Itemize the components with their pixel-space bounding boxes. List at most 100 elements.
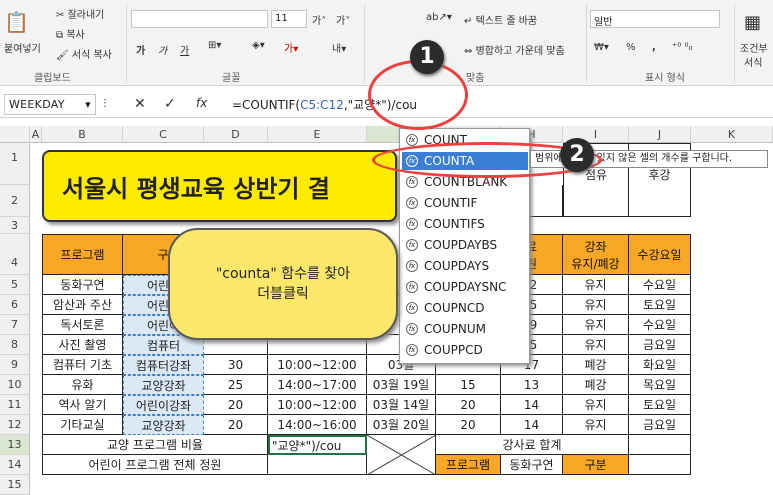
autocomplete-item-coupdaybs[interactable]: fx COUPDAYBS	[402, 236, 528, 254]
cell-i-row-8[interactable]: 유지	[563, 335, 629, 355]
cell-program-row-8[interactable]: 사진 촬영	[42, 335, 123, 355]
currency-icon[interactable]: ₩▾	[594, 42, 609, 53]
cell-type-row-9[interactable]: 컴퓨터강좌	[123, 355, 204, 375]
autocomplete-item-coupncd[interactable]: fx COUPNCD	[402, 299, 528, 317]
row-header-8[interactable]: 8	[0, 335, 30, 355]
row-header-15[interactable]: 15	[0, 475, 30, 495]
cell-d-row-12[interactable]: 20	[204, 415, 268, 435]
comma-button[interactable]: ,	[652, 42, 656, 53]
percent-button[interactable]: %	[626, 42, 636, 53]
cell-e-row-10[interactable]: 14:00~17:00	[268, 375, 367, 395]
cell-g-row-10[interactable]: 15	[436, 375, 501, 395]
font-name-combo[interactable]	[131, 10, 268, 28]
cell-j-row-12[interactable]: 금요일	[629, 415, 691, 435]
cell-j-row-11[interactable]: 토요일	[629, 395, 691, 415]
row-header-1[interactable]: 1	[0, 143, 30, 185]
paste-button[interactable]: 붙여넣기	[4, 40, 41, 55]
merge-center-button[interactable]: ⇔ 병합하고 가운데 맞춤	[464, 42, 565, 57]
cell-program-row-5[interactable]: 동화구연	[42, 275, 123, 295]
cell-d-row-10[interactable]: 25	[204, 375, 268, 395]
font-size-combo[interactable]: 11	[271, 10, 307, 28]
cell-i-row-9[interactable]: 폐강	[563, 355, 629, 375]
row-header-11[interactable]: 11	[0, 395, 30, 415]
cell-e-row-11[interactable]: 10:00~12:00	[268, 395, 367, 415]
col-header-d[interactable]: D	[204, 126, 268, 143]
cell-e14[interactable]	[268, 455, 367, 475]
fill-color-icon[interactable]: ◈▾	[252, 40, 265, 51]
col-header-k[interactable]: K	[691, 126, 773, 143]
italic-button[interactable]: 가	[158, 42, 167, 57]
cell-h-row-10[interactable]: 13	[501, 375, 563, 395]
phonetic-icon[interactable]: 내▾	[332, 40, 346, 55]
cell-g-row-12[interactable]: 20	[436, 415, 501, 435]
font-grow-icon[interactable]: 가˄	[312, 12, 326, 27]
row-header-7[interactable]: 7	[0, 315, 30, 335]
cell-h-row-11[interactable]: 14	[501, 395, 563, 415]
autocomplete-item-coupdays[interactable]: fx COUPDAYS	[402, 257, 528, 275]
conditional-format-button[interactable]: 조건부	[740, 40, 768, 55]
col-header-b[interactable]: B	[42, 126, 123, 143]
copy-button[interactable]: ⧉ 복사	[56, 26, 85, 41]
cell-program-row-6[interactable]: 암산과 주산	[42, 295, 123, 315]
cell-j-row-6[interactable]: 토요일	[629, 295, 691, 315]
cell-type-row-12[interactable]: 교양강좌	[123, 415, 204, 435]
autocomplete-item-countifs[interactable]: fx COUNTIFS	[402, 215, 528, 233]
conditional-format-button-2[interactable]: 서식	[744, 54, 762, 69]
decimal-icon[interactable]: ⁺⁰ ⁰₀	[672, 42, 692, 53]
cell-program-row-9[interactable]: 컴퓨터 기초	[42, 355, 123, 375]
cell-j-row-7[interactable]: 수요일	[629, 315, 691, 335]
cut-button[interactable]: ✂ 잘라내기	[56, 6, 104, 21]
cell-j-row-9[interactable]: 화요일	[629, 355, 691, 375]
row-header-10[interactable]: 10	[0, 375, 30, 395]
autocomplete-item-coupdaysnc[interactable]: fx COUPDAYSNC	[402, 278, 528, 296]
cell-j14[interactable]	[629, 455, 691, 475]
cell-e-row-12[interactable]: 14:00~16:00	[268, 415, 367, 435]
cell-g-row-11[interactable]: 20	[436, 395, 501, 415]
cell-b13[interactable]: 교양 프로그램 비율	[42, 435, 268, 455]
cell-program-row-7[interactable]: 독서토론	[42, 315, 123, 335]
col-header-c[interactable]: C	[123, 126, 204, 143]
cell-i-row-5[interactable]: 유지	[563, 275, 629, 295]
number-format-combo[interactable]: 일반	[590, 10, 720, 28]
col-header-j[interactable]: J	[629, 126, 691, 143]
format-painter-button[interactable]: 🖌 서식 복사	[56, 46, 112, 61]
row-header-14[interactable]: 14	[0, 455, 30, 475]
cell-type-row-11[interactable]: 어린이강좌	[123, 395, 204, 415]
header-status[interactable]: 강좌 유지/폐강	[563, 234, 629, 275]
cell-j-row-8[interactable]: 금요일	[629, 335, 691, 355]
row-header-13[interactable]: 13	[0, 435, 30, 455]
row-header-3[interactable]: 3	[0, 217, 30, 234]
enter-icon[interactable]: ✓	[164, 96, 176, 112]
cell-i-row-7[interactable]: 유지	[563, 315, 629, 335]
autocomplete-item-coupnum[interactable]: fx COUPNUM	[402, 320, 528, 338]
bold-button[interactable]: 가	[136, 42, 145, 57]
wrap-text-button[interactable]: ↵ 텍스트 줄 바꿈	[464, 12, 537, 27]
cell-program-row-12[interactable]: 기타교실	[42, 415, 123, 435]
border-icon[interactable]: ⊞▾	[208, 40, 221, 51]
underline-button[interactable]: 가	[180, 42, 189, 57]
cell-d-row-9[interactable]: 30	[204, 355, 268, 375]
cell-h14[interactable]: 동화구연	[501, 455, 563, 475]
cell-program-row-11[interactable]: 역사 알기	[42, 395, 123, 415]
cell-program-row-10[interactable]: 유화	[42, 375, 123, 395]
row-header-4[interactable]: 4	[0, 234, 30, 275]
name-box[interactable]: WEEKDAY ▾	[4, 94, 96, 115]
cell-f-row-10[interactable]: 03월 19일	[367, 375, 436, 395]
row-header-12[interactable]: 12	[0, 415, 30, 435]
cell-i-row-12[interactable]: 유지	[563, 415, 629, 435]
row-header-2[interactable]: 2	[0, 185, 30, 217]
cell-i-row-11[interactable]: 유지	[563, 395, 629, 415]
conditional-format-icon[interactable]: ▦	[744, 12, 761, 33]
cell-d-row-11[interactable]: 20	[204, 395, 268, 415]
cell-i-row-6[interactable]: 유지	[563, 295, 629, 315]
autocomplete-item-couppcd[interactable]: fx COUPPCD	[402, 341, 528, 359]
cell-g14[interactable]: 프로그램	[436, 455, 501, 475]
cell-h-row-12[interactable]: 14	[501, 415, 563, 435]
cell-g13[interactable]: 강사료 합계	[436, 435, 629, 455]
cell-j-row-5[interactable]: 수요일	[629, 275, 691, 295]
cell-j-row-10[interactable]: 목요일	[629, 375, 691, 395]
cell-type-row-10[interactable]: 교양강좌	[123, 375, 204, 395]
font-shrink-icon[interactable]: 가˅	[336, 12, 350, 27]
col-header-a[interactable]: A	[30, 126, 42, 143]
cell-e13-active[interactable]: "교양*")/cou	[268, 435, 367, 455]
